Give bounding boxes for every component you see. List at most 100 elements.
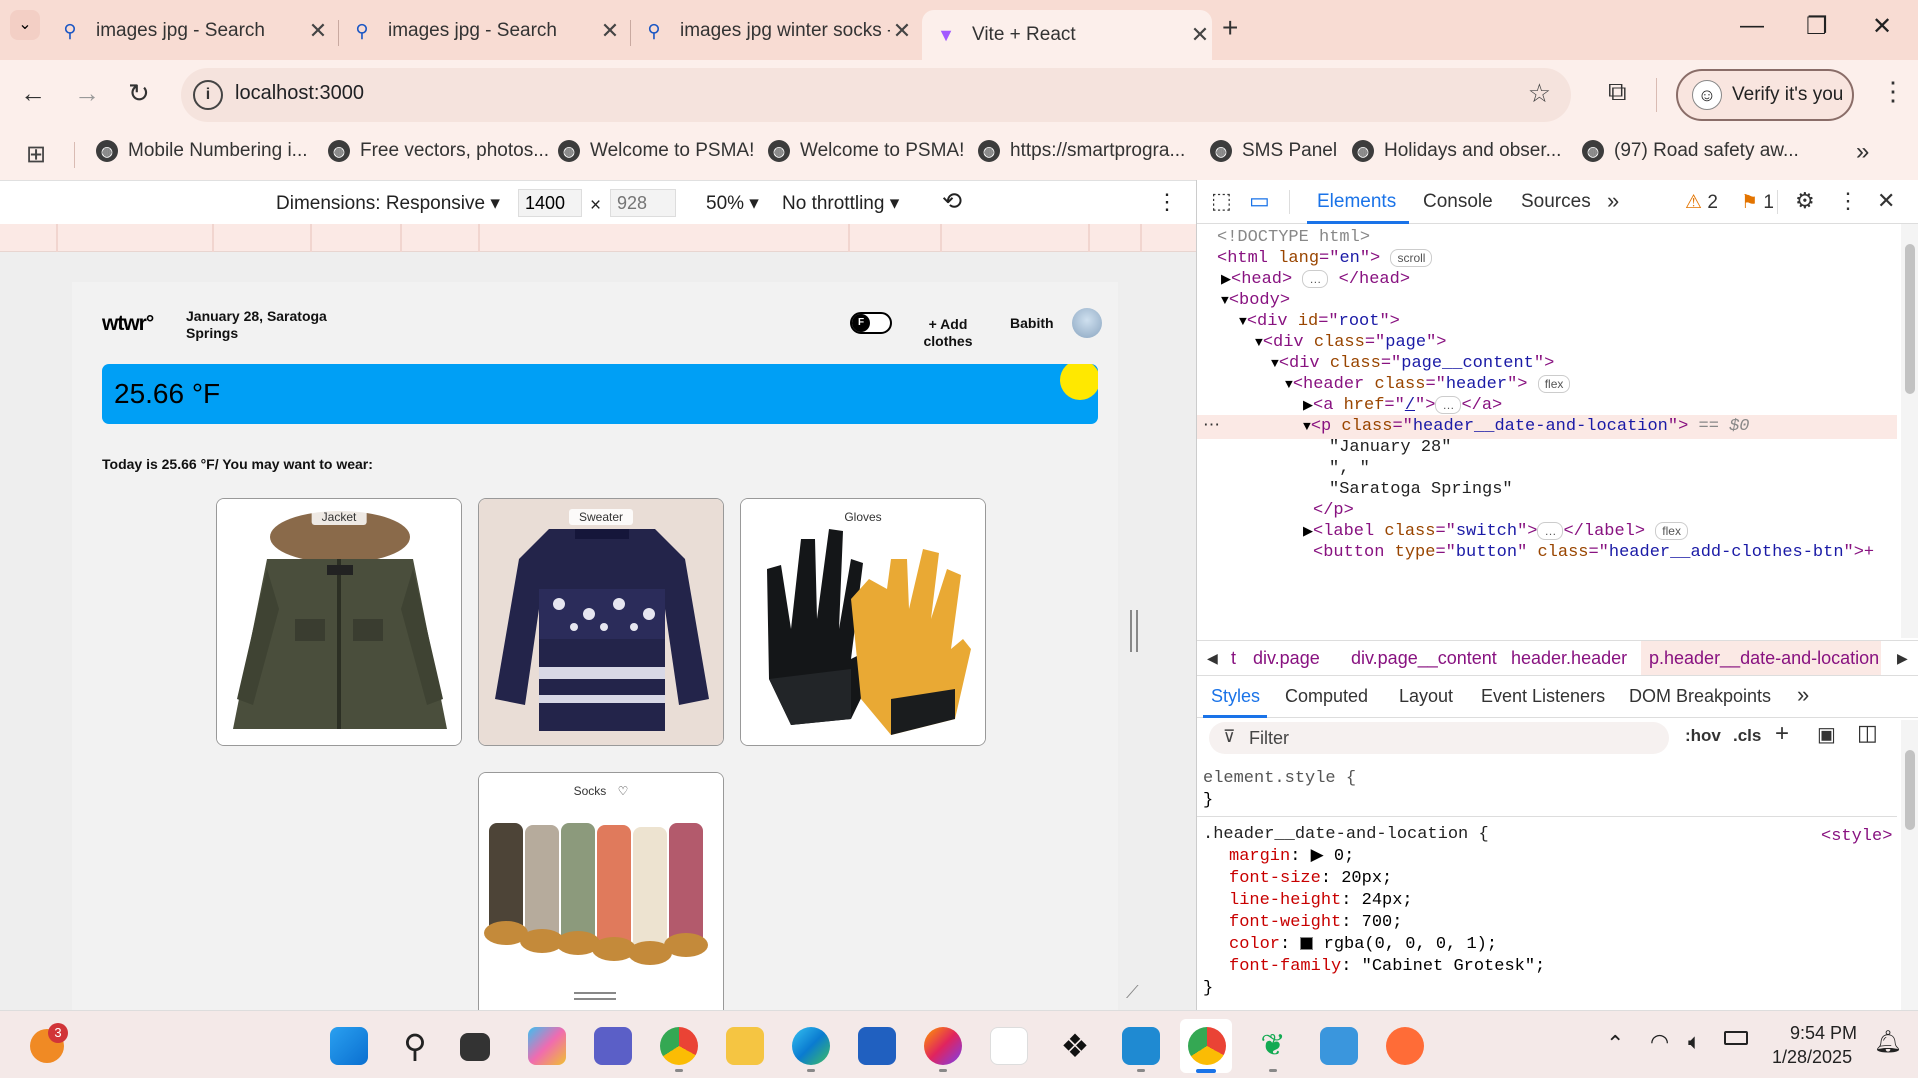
notifications-bell-icon[interactable]: 🔔︎ [1874,1029,1902,1055]
more-bookmarks-icon[interactable]: » [1856,138,1869,166]
css-property[interactable]: font-family: "Cabinet Grotesk"; [1229,956,1545,978]
tab-sources[interactable]: Sources [1521,191,1591,213]
flex-badge[interactable]: flex [1537,374,1571,393]
bookmark-star-icon[interactable]: ☆ [1528,78,1551,109]
mongodb-icon[interactable]: ❦ [1254,1027,1292,1065]
restore-button[interactable]: ❐ [1806,12,1828,41]
item-card-socks[interactable]: Socks ♡ [478,772,724,1010]
issue-count[interactable]: ⚑ 1 [1741,191,1774,214]
element-style-rule[interactable]: element.style { [1203,768,1356,790]
search-icon[interactable]: ⚲ [396,1027,434,1065]
back-button[interactable]: ← [20,78,46,109]
paint-icon[interactable]: ▣ [1817,722,1836,747]
dropbox-icon[interactable]: ❖ [1056,1027,1094,1065]
clock-time[interactable]: 9:54 PM [1790,1023,1857,1044]
extensions-icon[interactable]: ⧉ [1608,76,1627,108]
app-logo[interactable]: wtwr° [102,312,154,336]
window-close-button[interactable]: ✕ [1872,12,1892,41]
minimize-button[interactable]: — [1740,12,1764,40]
styles-scrollbar[interactable] [1901,720,1918,1010]
more-tabs-icon[interactable]: » [1797,682,1809,708]
media-query-ruler[interactable] [0,224,1196,252]
inspect-element-icon[interactable]: ⬚ [1211,188,1232,214]
copilot-icon[interactable] [528,1027,566,1065]
teams-icon[interactable] [594,1027,632,1065]
sidebar-toggle-icon[interactable]: ◫ [1857,720,1878,746]
reload-button[interactable]: ↻ [128,78,150,109]
chrome-dev-icon[interactable] [1188,1027,1226,1065]
bookmark-item[interactable]: ◍ (97) Road safety aw... [1582,140,1799,162]
width-input[interactable] [518,189,582,217]
site-info-icon[interactable]: i [193,80,223,110]
color-swatch[interactable] [1300,937,1314,951]
item-card-jacket[interactable]: Jacket [216,498,462,746]
resize-corner-icon[interactable]: ⟋ [1126,982,1139,1003]
throttling-select[interactable]: No throttling ▾ [782,192,899,215]
item-card-sweater[interactable]: Sweater [478,498,724,746]
store-icon[interactable] [858,1027,896,1065]
cls-button[interactable]: .cls [1733,726,1761,746]
volume-icon[interactable]: 🔈︎ [1688,1029,1701,1055]
dom-scrollbar[interactable] [1901,224,1918,638]
dom-text-node[interactable]: "Saratoga Springs" [1329,478,1513,502]
more-tabs-icon[interactable]: » [1607,188,1619,214]
dimensions-select[interactable]: Dimensions: Responsive ▾ [276,192,500,215]
temperature-unit-toggle[interactable]: F [850,312,892,334]
tab-layout[interactable]: Layout [1399,686,1453,707]
tab-elements[interactable]: Elements [1317,191,1396,213]
rotate-icon[interactable]: ⟲ [942,187,962,216]
vscode-icon[interactable] [1122,1027,1160,1065]
address-bar[interactable]: i localhost:3000 ☆ [181,68,1571,122]
css-property[interactable]: font-weight: 700; [1229,912,1402,934]
tab-computed[interactable]: Computed [1285,686,1368,707]
resize-handle-bottom[interactable] [574,992,616,1000]
warning-count[interactable]: ⚠ 2 [1685,191,1718,214]
firefox-icon[interactable] [924,1027,962,1065]
hov-button[interactable]: :hov [1685,726,1721,746]
devtools-close-icon[interactable]: ✕ [1877,188,1895,214]
apps-grid-icon[interactable]: ⊞ [26,140,46,169]
resize-handle-right[interactable] [1130,610,1138,652]
tab-dom-breakpoints[interactable]: DOM Breakpoints [1629,686,1771,707]
forward-button[interactable]: → [74,78,100,109]
dom-line-selected[interactable]: ⋯ ▼<p class="header__date-and-location"> … [1197,415,1897,439]
profile-verify-button[interactable]: ☺ Verify it's you [1676,69,1854,121]
tab-console[interactable]: Console [1423,191,1493,213]
notepad-icon[interactable] [1320,1027,1358,1065]
tab-1[interactable]: ⚲ images jpg - Search ✕ [60,10,330,52]
breadcrumb-item[interactable]: div.page [1253,648,1320,669]
bookmark-item[interactable]: ◍ https://smartprogra... [978,140,1185,162]
settings-gear-icon[interactable]: ⚙ [1795,188,1815,214]
bookmark-item[interactable]: ◍ Mobile Numbering i... [96,140,308,162]
device-toggle-icon[interactable]: ▭ [1249,188,1270,214]
bookmark-item[interactable]: ◍ Welcome to PSMA! [768,140,964,162]
bookmark-item[interactable]: ◍ Welcome to PSMA! [558,140,754,162]
heart-outline-icon[interactable]: ♡ [618,784,629,798]
bookmark-item[interactable]: ◍ SMS Panel [1210,140,1337,162]
new-tab-button[interactable]: + [1222,12,1238,44]
css-property[interactable]: line-height: 24px; [1229,890,1413,912]
avatar[interactable] [1072,308,1102,338]
breadcrumb-item-active[interactable]: p.header__date-and-location [1649,648,1879,669]
css-property[interactable]: margin: ▶ 0; [1229,846,1354,868]
amazon-icon[interactable] [990,1027,1028,1065]
css-property[interactable]: font-size: 20px; [1229,868,1392,890]
file-explorer-icon[interactable] [726,1027,764,1065]
item-card-gloves[interactable]: Gloves [740,498,986,746]
breadcrumb-scroll-right[interactable]: ▶ [1897,650,1908,667]
css-property[interactable]: color: rgba(0, 0, 0, 1); [1229,934,1497,956]
zoom-select[interactable]: 50% ▾ [706,192,759,215]
clock-date[interactable]: 1/28/2025 [1772,1047,1852,1068]
start-icon[interactable] [330,1027,368,1065]
breadcrumb-item[interactable]: t [1231,648,1236,669]
tab-styles[interactable]: Styles [1211,686,1260,707]
breadcrumb-item[interactable]: div.page__content [1351,648,1497,669]
tab-3[interactable]: ⚲ images jpg winter socks - Searc ✕ [644,10,914,52]
close-icon[interactable]: ✕ [1188,22,1212,48]
rule-source-link[interactable]: <style> [1821,826,1892,848]
task-view-icon[interactable] [460,1033,490,1061]
more-options-icon[interactable]: ⋮ [1156,189,1178,215]
tab-active[interactable]: ▼ Vite + React ✕ [922,10,1212,60]
postman-icon[interactable] [1386,1027,1424,1065]
show-hidden-icons[interactable]: ⌃ [1606,1031,1624,1057]
